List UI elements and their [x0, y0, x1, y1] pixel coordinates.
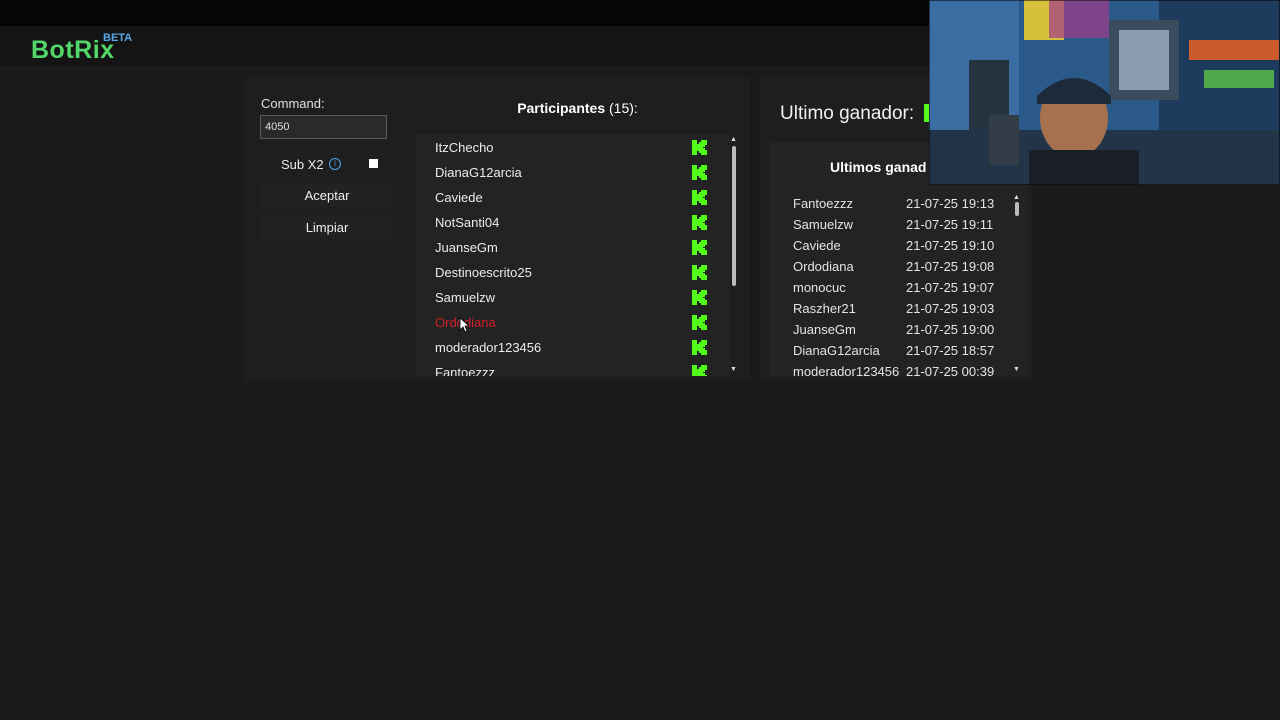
winner-name: moderador123456 — [793, 364, 900, 376]
winner-row[interactable]: monocuc 21-07-25 19:07 — [793, 278, 1003, 299]
kick-icon — [692, 265, 707, 280]
winner-date: 21-07-25 18:57 — [906, 343, 995, 358]
participant-row[interactable]: moderador123456 — [416, 335, 730, 360]
recent-winners-title: Ultimos ganad — [830, 159, 927, 175]
command-label: Command: — [261, 96, 325, 111]
participant-row[interactable]: Destinoescrito25 — [416, 260, 730, 285]
participant-name: Samuelzw — [435, 290, 495, 305]
winner-date: 21-07-25 19:08 — [906, 259, 995, 274]
kick-icon — [692, 240, 707, 255]
participants-list[interactable]: ItzChecho DianaG12arcia Caviede NotSanti04 J… — [416, 134, 730, 376]
kick-icon — [692, 190, 707, 205]
participant-row[interactable]: DianaG12arcia — [416, 160, 730, 185]
participant-name: ItzChecho — [435, 140, 494, 155]
command-input[interactable] — [260, 115, 387, 139]
winner-date: 21-07-25 19:13 — [906, 196, 995, 211]
webcam-overlay — [929, 0, 1280, 185]
scrollbar-thumb[interactable] — [732, 146, 736, 286]
kick-icon — [692, 340, 707, 355]
winner-row[interactable]: Raszher21 21-07-25 19:03 — [793, 299, 1003, 320]
scrollbar-thumb[interactable] — [1015, 202, 1019, 216]
winner-date: 21-07-25 19:00 — [906, 322, 995, 337]
winner-row[interactable]: moderador123456 21-07-25 00:39 — [793, 362, 1003, 376]
winner-row[interactable]: DianaG12arcia 21-07-25 18:57 — [793, 341, 1003, 362]
winner-row[interactable]: JuanseGm 21-07-25 19:00 — [793, 320, 1003, 341]
participant-row[interactable]: Caviede — [416, 185, 730, 210]
kick-icon — [692, 140, 707, 155]
winner-name: JuanseGm — [793, 322, 856, 337]
participant-name: Fantoezzz — [435, 365, 495, 376]
scroll-down-icon[interactable]: ▼ — [1013, 366, 1020, 374]
accept-button[interactable]: Aceptar — [261, 184, 393, 207]
winner-date: 21-07-25 19:10 — [906, 238, 995, 253]
winner-name: Raszher21 — [793, 301, 856, 316]
participant-name: moderador123456 — [435, 340, 542, 355]
winner-name: Samuelzw — [793, 217, 853, 232]
kick-icon — [692, 365, 707, 376]
clear-button[interactable]: Limpiar — [261, 216, 393, 239]
kick-icon — [692, 315, 707, 330]
participant-row[interactable]: Samuelzw — [416, 285, 730, 310]
info-icon[interactable]: i — [329, 158, 341, 170]
participants-title: Participantes (15): — [415, 100, 740, 116]
recent-winners-list[interactable]: Fantoezzz 21-07-25 19:13 Samuelzw 21-07-25 … — [769, 190, 1028, 376]
winner-row[interactable]: Caviede 21-07-25 19:10 — [793, 236, 1003, 257]
participants-scrollbar[interactable]: ▲ ▼ — [729, 134, 739, 376]
kick-icon — [692, 290, 707, 305]
winner-name: DianaG12arcia — [793, 343, 880, 358]
participant-row[interactable]: Fantoezzz — [416, 360, 730, 376]
winner-date: 21-07-25 00:39 — [906, 364, 995, 376]
winner-name: Fantoezzz — [793, 196, 853, 211]
winners-scrollbar[interactable]: ▲ ▼ — [1012, 192, 1022, 376]
winner-date: 21-07-25 19:11 — [906, 217, 994, 232]
winner-row[interactable]: Samuelzw 21-07-25 19:11 — [793, 215, 1003, 236]
winner-row[interactable]: Ordodiana 21-07-25 19:08 — [793, 257, 1003, 278]
winner-name: Caviede — [793, 238, 841, 253]
participants-title-text: Participantes — [517, 100, 606, 116]
winner-date: 21-07-25 19:07 — [906, 280, 995, 295]
scroll-down-icon[interactable]: ▼ — [730, 366, 737, 374]
participant-row[interactable]: ItzChecho — [416, 135, 730, 160]
kick-icon — [692, 215, 707, 230]
participant-name: Destinoescrito25 — [435, 265, 532, 280]
last-winner-label: Ultimo ganador: — [780, 103, 915, 124]
sub-x2-checkbox[interactable] — [369, 159, 378, 168]
participant-name: Caviede — [435, 190, 483, 205]
participant-row[interactable]: NotSanti04 — [416, 210, 730, 235]
scroll-up-icon[interactable]: ▲ — [730, 136, 737, 144]
scroll-up-icon[interactable]: ▲ — [1013, 194, 1020, 202]
winner-name: Ordodiana — [793, 259, 854, 274]
participant-name: NotSanti04 — [435, 215, 500, 230]
winner-row[interactable]: Fantoezzz 21-07-25 19:13 — [793, 194, 1003, 215]
winner-name: monocuc — [793, 280, 846, 295]
mouse-cursor-icon — [459, 317, 469, 333]
winner-date: 21-07-25 19:03 — [906, 301, 995, 316]
participant-name: DianaG12arcia — [435, 165, 522, 180]
kick-icon — [692, 165, 707, 180]
participant-name: JuanseGm — [435, 240, 498, 255]
participant-row[interactable]: JuanseGm — [416, 235, 730, 260]
beta-badge: BETA — [103, 32, 133, 44]
sub-x2-label: Sub X2 — [281, 157, 324, 172]
participants-count: (15): — [609, 100, 638, 116]
